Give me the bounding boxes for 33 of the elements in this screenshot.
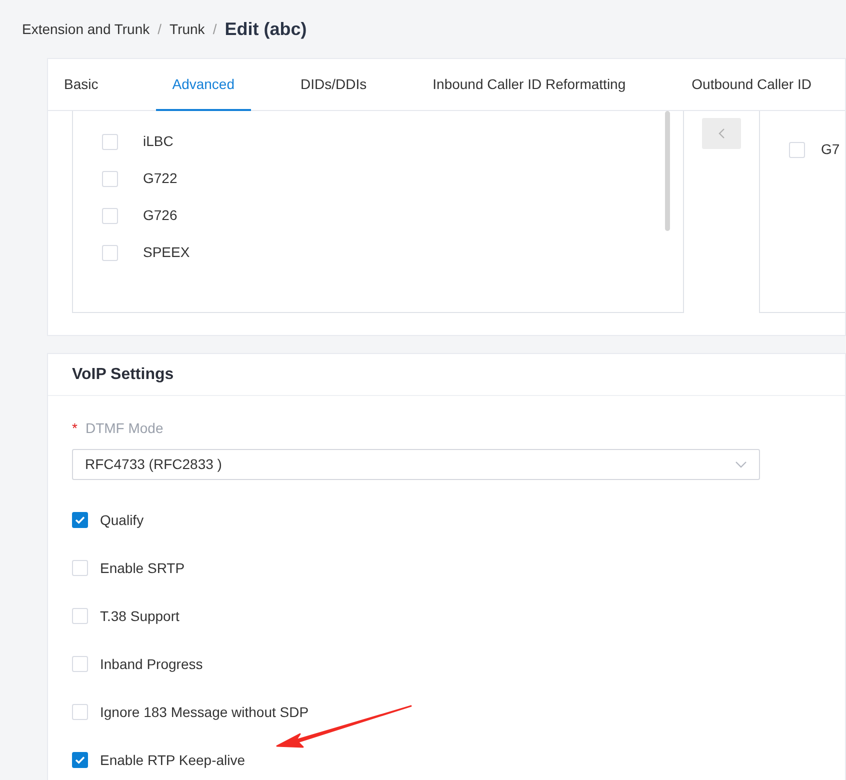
- option-label: Qualify: [100, 510, 144, 530]
- scrollbar[interactable]: [665, 111, 670, 231]
- checkmark-icon: [75, 516, 85, 524]
- checkmark-icon: [75, 756, 85, 764]
- tab[interactable]: Inbound Caller ID Reformatting: [416, 59, 642, 111]
- option-label: Ignore 183 Message without SDP: [100, 702, 309, 722]
- option-label: Enable SRTP: [100, 558, 185, 578]
- codec-label: iLBC: [143, 132, 174, 151]
- tab[interactable]: DIDs/DDIs: [284, 59, 383, 111]
- option-label: Enable RTP Keep-alive: [100, 750, 246, 770]
- checkbox[interactable]: [72, 752, 88, 768]
- tab[interactable]: Advanced: [156, 59, 251, 111]
- page-title: Edit (abc): [224, 18, 307, 41]
- chevron-down-icon: [735, 461, 747, 468]
- option-label: Inband Progress: [100, 654, 203, 674]
- codec-label: G726: [143, 206, 178, 225]
- tab[interactable]: Basic: [48, 59, 114, 111]
- field-label: DTMF Mode: [85, 419, 164, 438]
- codec-label: SPEEX: [143, 243, 190, 262]
- breadcrumb-link[interactable]: Extension and Trunk: [22, 18, 150, 40]
- move-left-button[interactable]: [702, 118, 741, 149]
- dtmf-mode-select[interactable]: RFC4733 (RFC2833 ): [72, 449, 760, 480]
- required-mark: *: [72, 419, 78, 438]
- codec-label: G7: [821, 140, 840, 159]
- chevron-left-icon: [718, 128, 725, 139]
- breadcrumb-separator: /: [212, 20, 217, 38]
- breadcrumb-link[interactable]: Trunk: [170, 18, 205, 40]
- checkbox[interactable]: [72, 512, 88, 528]
- tab[interactable]: Outbound Caller ID: [676, 59, 828, 111]
- section-title: VoIP Settings: [48, 354, 845, 396]
- option-label: T.38 Support: [100, 606, 180, 626]
- breadcrumb-separator: /: [158, 20, 162, 38]
- codec-label: G722: [143, 169, 178, 188]
